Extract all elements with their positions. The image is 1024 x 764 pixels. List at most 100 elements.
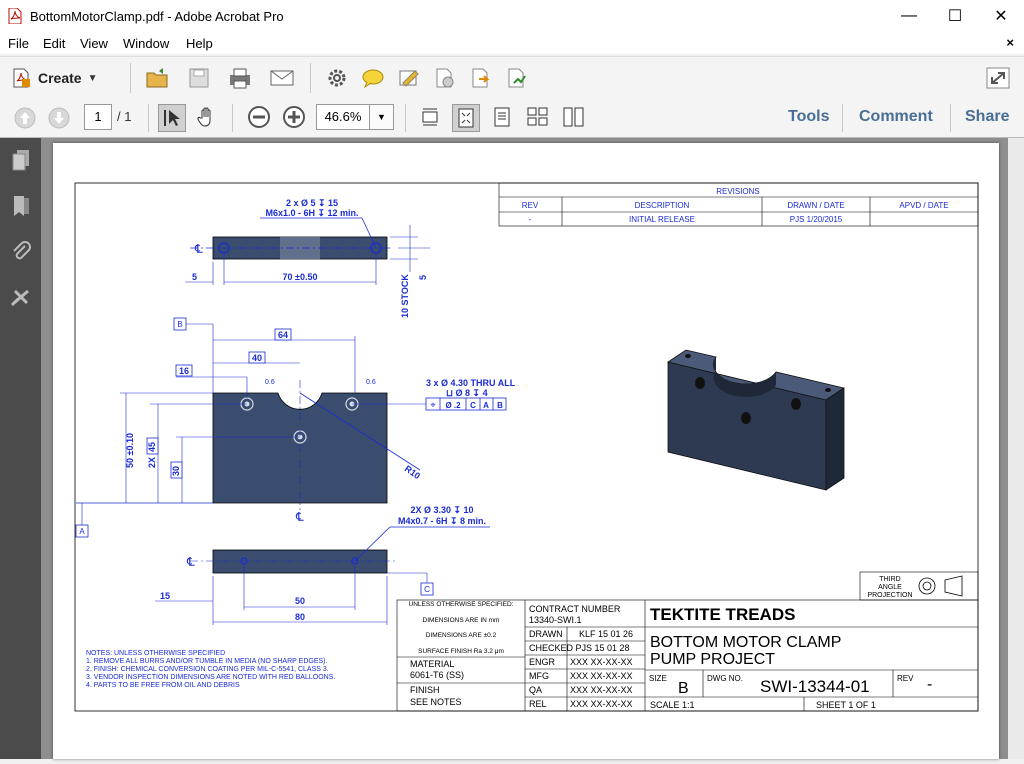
close-document-button[interactable]: × — [1006, 35, 1014, 50]
email-icon[interactable] — [268, 65, 296, 91]
create-pdf-icon — [13, 68, 30, 88]
rev-value: - — [927, 676, 932, 693]
drawing-title-1: BOTTOM MOTOR CLAMP — [650, 634, 841, 651]
menu-help[interactable]: Help — [186, 36, 213, 51]
menu-view[interactable]: View — [80, 36, 108, 51]
drawn-date-cell: PJS 1/20/2015 — [790, 215, 843, 224]
single-page-icon[interactable] — [490, 104, 514, 130]
fcf-datum-b: B — [497, 401, 503, 410]
dim-5: 5 — [192, 272, 197, 282]
zoom-out-icon[interactable] — [246, 104, 272, 130]
hole-callout-1: 3 x Ø 4.30 THRU ALL — [426, 378, 516, 388]
engr-label: ENGR — [529, 657, 556, 667]
close-button[interactable]: ✕ — [978, 0, 1024, 32]
rev-cell: - — [529, 215, 532, 224]
dim-10-stock: 10 STOCK — [400, 274, 410, 318]
hand-tool-icon[interactable] — [194, 104, 220, 130]
centerline-symbol: ℄ — [194, 242, 203, 256]
page-thumbnails-icon[interactable] — [8, 146, 34, 174]
sign-icon[interactable] — [396, 65, 422, 91]
dim-70: 70 ±0.50 — [283, 272, 318, 282]
feature-control-frame — [425, 397, 507, 411]
size-label: SIZE — [649, 674, 667, 683]
open-folder-icon[interactable] — [144, 65, 170, 91]
third-angle-circle-icon — [918, 577, 936, 595]
drawn-label: DRAWN — [529, 629, 563, 639]
front-centerline-symbol: ℄ — [295, 510, 304, 524]
menu-file[interactable]: File — [8, 36, 29, 51]
apvd-date-header: APVD / DATE — [899, 201, 948, 210]
radius-r10: R10 — [403, 463, 422, 481]
select-tool-icon[interactable] — [158, 104, 186, 132]
datum-a: A — [79, 527, 85, 536]
hole-callout-2: ⊔ Ø 8 ↧ 4 — [446, 388, 488, 398]
revisions-title: REVISIONS — [716, 187, 760, 196]
checked-value: CHECKED PJS 15 01 28 — [529, 643, 630, 653]
projection-block: THIRD ANGLE PROJECTION — [859, 571, 979, 601]
notes-block: NOTES: UNLESS OTHERWISE SPECIFIED 1. REM… — [86, 650, 335, 689]
company-name: TEKTITE TREADS — [650, 605, 795, 624]
datum-c: C — [424, 585, 430, 594]
fit-page-icon[interactable] — [452, 104, 480, 132]
third-angle-cone-icon — [944, 575, 963, 597]
minimize-button[interactable]: — — [886, 0, 932, 32]
gear-icon[interactable] — [324, 65, 350, 91]
drawing-title-2: PUMP PROJECT — [650, 651, 775, 668]
vertical-scrollbar[interactable] — [1008, 138, 1024, 759]
top-hole-callout-2: M6x1.0 - 6H ↧ 12 min. — [265, 208, 358, 218]
isometric-part-view — [667, 349, 845, 491]
attachments-paperclip-icon[interactable] — [8, 238, 34, 266]
fcf-datum-c: C — [470, 401, 476, 410]
fullscreen-icon[interactable] — [984, 65, 1012, 91]
contract-number: 13340-SWI.1 — [529, 615, 582, 625]
material-label: MATERIAL — [410, 659, 454, 669]
export-document-icon[interactable] — [468, 65, 494, 91]
note-1: 1. REMOVE ALL BURRS AND/OR TUMBLE IN MED… — [86, 658, 327, 665]
bottom-hole-callout-2: M4x0.7 - 6H ↧ 8 min. — [398, 516, 486, 526]
signatures-icon[interactable] — [8, 284, 34, 312]
two-page-view-icon[interactable] — [562, 104, 586, 130]
zoom-dropdown-button[interactable]: ▼ — [369, 104, 394, 130]
share-pane-button[interactable]: Share — [965, 108, 1009, 126]
menu-window[interactable]: Window — [123, 36, 169, 51]
two-page-scroll-icon[interactable] — [526, 104, 550, 130]
bottom-hole-callout-1: 2X Ø 3.30 ↧ 10 — [410, 505, 473, 515]
pdf-file-icon — [8, 8, 22, 24]
note-3: 3. VENDOR INSPECTION DIMENSIONS ARE NOTE… — [86, 674, 335, 681]
mfg-value: XXX XX-XX-XX — [570, 671, 633, 681]
secure-document-icon[interactable] — [432, 65, 458, 91]
drawing-number: SWI-13344-01 — [760, 677, 870, 696]
tolerance-units: DIMENSIONS ARE IN mm — [423, 617, 500, 624]
qa-label: QA — [529, 685, 542, 695]
send-document-icon[interactable] — [504, 65, 530, 91]
zoom-level-input[interactable]: 46.6% — [316, 104, 370, 130]
comment-bubble-icon[interactable] — [360, 65, 386, 91]
tools-pane-button[interactable]: Tools — [788, 108, 829, 126]
maximize-button[interactable]: ☐ — [932, 0, 978, 32]
page-total: / 1 — [117, 109, 132, 124]
rev-header: REV — [522, 201, 539, 210]
menu-bar: File Edit View Window Help × — [0, 32, 1024, 54]
dim-30: 30 — [171, 466, 181, 476]
main-toolbar: Create ▼ — [0, 56, 1024, 100]
page-number-input[interactable]: 1 — [84, 104, 112, 130]
previous-page-icon[interactable] — [12, 105, 38, 131]
mfg-label: MFG — [529, 671, 549, 681]
note-2: 2. FINISH: CHEMICAL CONVERSION COATING P… — [86, 666, 329, 673]
drawn-date-header: DRAWN / DATE — [787, 201, 844, 210]
dim-80: 80 — [295, 612, 305, 622]
zoom-in-icon[interactable] — [281, 104, 307, 130]
menu-edit[interactable]: Edit — [43, 36, 65, 51]
dim-0-6-right: 0.6 — [366, 379, 376, 386]
top-hole-callout-1: 2 x Ø 5 ↧ 15 — [286, 198, 338, 208]
save-icon[interactable] — [186, 65, 212, 91]
next-page-icon[interactable] — [46, 105, 72, 131]
scrolling-mode-icon[interactable] — [418, 104, 442, 130]
print-icon[interactable] — [226, 65, 254, 91]
finish-value: SEE NOTES — [410, 697, 462, 707]
bookmark-icon[interactable] — [8, 192, 34, 220]
create-button[interactable]: Create ▼ — [10, 65, 110, 91]
surface-finish: SURFACE FINISH Ra 3.2 μm — [418, 648, 504, 655]
projection-line-3: PROJECTION — [867, 592, 912, 599]
comment-pane-button[interactable]: Comment — [859, 108, 933, 126]
